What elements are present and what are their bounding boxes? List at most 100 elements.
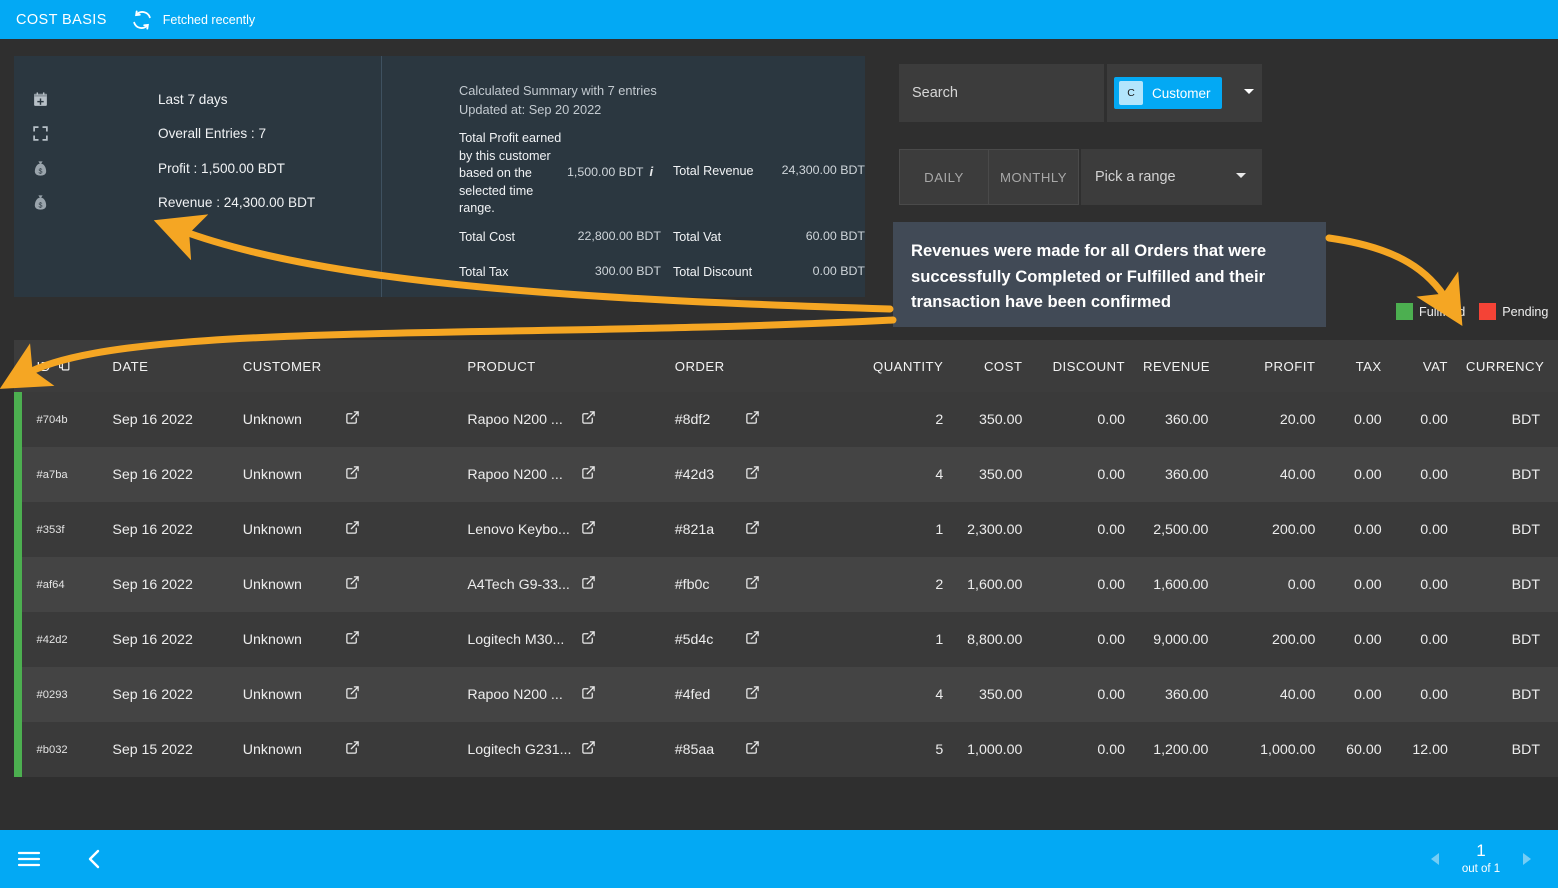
cell-order: #42d3: [674, 447, 746, 502]
customer-filter-dropdown[interactable]: C Customer: [1107, 64, 1262, 122]
transactions-table: ID DATE CUSTOMER PRODUCT ORDER QUANTITY …: [14, 340, 1558, 777]
cell-profit: 1,000.00: [1226, 722, 1334, 777]
pagination-total: out of 1: [1461, 863, 1501, 875]
stat-total-revenue: Total Revenue 24,300.00 BDT: [673, 163, 865, 181]
cell-id: #0293: [22, 667, 113, 722]
column-header-tax[interactable]: TAX: [1333, 340, 1400, 392]
column-header-revenue[interactable]: REVENUE: [1143, 340, 1227, 392]
cell-customer: Unknown: [242, 447, 346, 502]
chevron-left-icon[interactable]: [78, 842, 112, 876]
chevron-down-icon[interactable]: [1242, 84, 1256, 103]
cell-date: Sep 16 2022: [112, 667, 243, 722]
summary-row-daterange: Last 7 days: [32, 82, 381, 117]
customer-external-link-icon[interactable]: [345, 392, 468, 447]
product-external-link-icon[interactable]: [580, 722, 675, 777]
cell-product: Logitech G231...: [467, 722, 581, 777]
order-external-link-icon[interactable]: [745, 722, 842, 777]
customer-external-link-icon[interactable]: [345, 447, 468, 502]
column-header-profit[interactable]: PROFIT: [1226, 340, 1334, 392]
cell-product: Lenovo Keybo...: [467, 502, 581, 557]
order-external-link-icon[interactable]: [745, 612, 842, 667]
summary-label-revenue: Revenue : 24,300.00 BDT: [158, 195, 316, 211]
cell-order: #4fed: [674, 667, 746, 722]
column-header-id[interactable]: ID: [22, 340, 113, 392]
cell-currency: BDT: [1465, 557, 1558, 612]
date-range-picker[interactable]: Pick a range: [1081, 149, 1262, 205]
column-header-vat[interactable]: VAT: [1399, 340, 1466, 392]
product-external-link-icon[interactable]: [580, 612, 675, 667]
order-external-link-icon[interactable]: [745, 502, 842, 557]
cell-currency: BDT: [1465, 612, 1558, 667]
customer-external-link-icon[interactable]: [345, 502, 468, 557]
chevron-down-icon[interactable]: [1234, 168, 1248, 187]
search-row: C Customer: [899, 64, 1262, 122]
customer-external-link-icon[interactable]: [345, 612, 468, 667]
triangle-left-icon[interactable]: [1420, 844, 1450, 874]
cell-currency: BDT: [1465, 502, 1558, 557]
customer-external-link-icon[interactable]: [345, 667, 468, 722]
cell-cost: 1,600.00: [961, 557, 1041, 612]
table-row[interactable]: #af64 Sep 16 2022 Unknown A4Tech G9-33... #f…: [14, 557, 1558, 612]
summary-left-panel: Last 7 days Overall Entries : 7 $ Profit…: [14, 56, 382, 297]
info-icon[interactable]: i: [649, 164, 653, 179]
column-header-discount[interactable]: DISCOUNT: [1040, 340, 1144, 392]
column-header-currency[interactable]: CURRENCY: [1465, 340, 1558, 392]
order-external-link-icon[interactable]: [745, 557, 842, 612]
row-status-bar: [14, 447, 23, 502]
stat-total-tax: Total Tax 300.00 BDT: [459, 264, 661, 282]
customer-chip[interactable]: C Customer: [1114, 77, 1222, 109]
customer-external-link-icon[interactable]: [345, 557, 468, 612]
hamburger-icon[interactable]: [12, 842, 46, 876]
column-header-cost[interactable]: COST: [961, 340, 1041, 392]
cell-revenue: 2,500.00: [1143, 502, 1227, 557]
cell-discount: 0.00: [1040, 667, 1144, 722]
tab-monthly[interactable]: MONTHLY: [989, 149, 1079, 205]
fetch-status: Fetched recently: [162, 12, 256, 27]
cell-order: #5d4c: [674, 612, 746, 667]
cell-profit: 40.00: [1226, 447, 1334, 502]
pagination-current: 1: [1476, 841, 1486, 860]
table-row[interactable]: #a7ba Sep 16 2022 Unknown Rapoo N200 ... #42…: [14, 447, 1558, 502]
column-header-customer-link: [345, 340, 468, 392]
summary-label-entries: Overall Entries : 7: [158, 126, 267, 142]
search-input[interactable]: [899, 64, 1104, 122]
table-row[interactable]: #b032 Sep 15 2022 Unknown Logitech G231... #…: [14, 722, 1558, 777]
cell-revenue: 1,200.00: [1143, 722, 1227, 777]
column-header-quantity[interactable]: QUANTITY: [841, 340, 962, 392]
column-header-customer[interactable]: CUSTOMER: [242, 340, 346, 392]
row-status-bar: [14, 557, 23, 612]
refresh-icon[interactable]: [131, 9, 153, 31]
table-row[interactable]: #704b Sep 16 2022 Unknown Rapoo N200 ... #8d…: [14, 392, 1558, 447]
triangle-right-icon[interactable]: [1512, 844, 1542, 874]
cell-order: #821a: [674, 502, 746, 557]
column-header-order[interactable]: ORDER: [674, 340, 746, 392]
tab-daily[interactable]: DAILY: [899, 149, 989, 205]
cell-cost: 350.00: [961, 392, 1041, 447]
order-external-link-icon[interactable]: [745, 667, 842, 722]
table-row[interactable]: #0293 Sep 16 2022 Unknown Rapoo N200 ... #4f…: [14, 667, 1558, 722]
summary-row-entries: Overall Entries : 7: [32, 117, 381, 152]
summary-right-panel: Calculated Summary with 7 entries Update…: [383, 56, 865, 297]
copy-icon[interactable]: [58, 358, 71, 374]
cell-id: #353f: [22, 502, 113, 557]
cell-revenue: 1,600.00: [1143, 557, 1227, 612]
order-external-link-icon[interactable]: [745, 392, 842, 447]
cell-currency: BDT: [1465, 667, 1558, 722]
cell-order: #fb0c: [674, 557, 746, 612]
cell-quantity: 2: [841, 392, 962, 447]
column-header-product[interactable]: PRODUCT: [467, 340, 581, 392]
product-external-link-icon[interactable]: [580, 667, 675, 722]
product-external-link-icon[interactable]: [580, 557, 675, 612]
column-header-date[interactable]: DATE: [112, 340, 243, 392]
table-row[interactable]: #353f Sep 16 2022 Unknown Lenovo Keybo... #8…: [14, 502, 1558, 557]
customer-external-link-icon[interactable]: [345, 722, 468, 777]
product-external-link-icon[interactable]: [580, 392, 675, 447]
table-row[interactable]: #42d2 Sep 16 2022 Unknown Logitech M30... #5…: [14, 612, 1558, 667]
cell-order: #8df2: [674, 392, 746, 447]
calendar-plus-icon: [32, 91, 60, 108]
product-external-link-icon[interactable]: [580, 447, 675, 502]
cell-cost: 8,800.00: [961, 612, 1041, 667]
order-external-link-icon[interactable]: [745, 447, 842, 502]
product-external-link-icon[interactable]: [580, 502, 675, 557]
cell-vat: 0.00: [1399, 612, 1466, 667]
